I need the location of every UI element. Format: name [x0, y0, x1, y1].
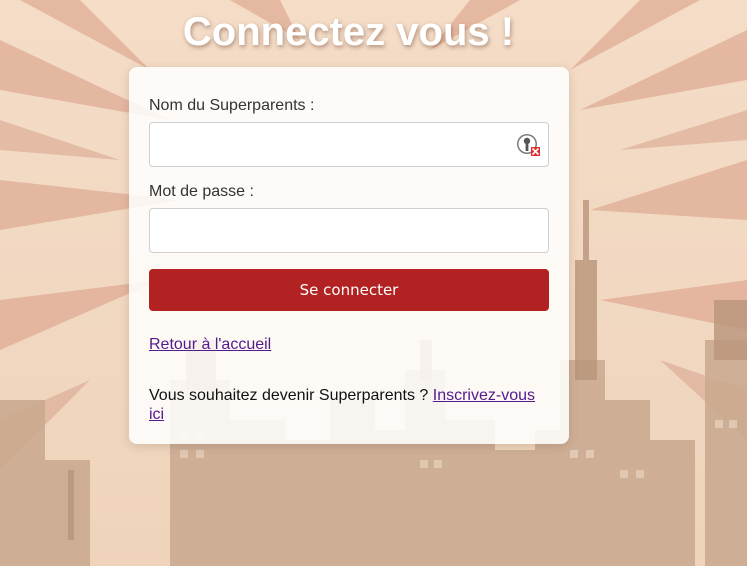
password-manager-key-icon[interactable] [516, 133, 540, 157]
signup-prompt-text: Vous souhaitez devenir Superparents ? [149, 387, 429, 404]
signup-prompt: Vous souhaitez devenir Superparents ? In… [149, 386, 549, 424]
login-card: Nom du Superparents : Mot de passe : Se … [129, 67, 569, 444]
login-button[interactable]: Se connecter [149, 269, 549, 311]
page-title: Connectez vous ! [182, 10, 515, 54]
password-field-wrapper [149, 208, 549, 253]
home-link[interactable]: Retour à l'accueil [149, 336, 271, 354]
password-label: Mot de passe : [149, 183, 254, 200]
password-input[interactable] [150, 209, 548, 252]
username-label: Nom du Superparents : [149, 97, 315, 114]
username-input[interactable] [150, 123, 548, 166]
username-field-wrapper [149, 122, 549, 167]
